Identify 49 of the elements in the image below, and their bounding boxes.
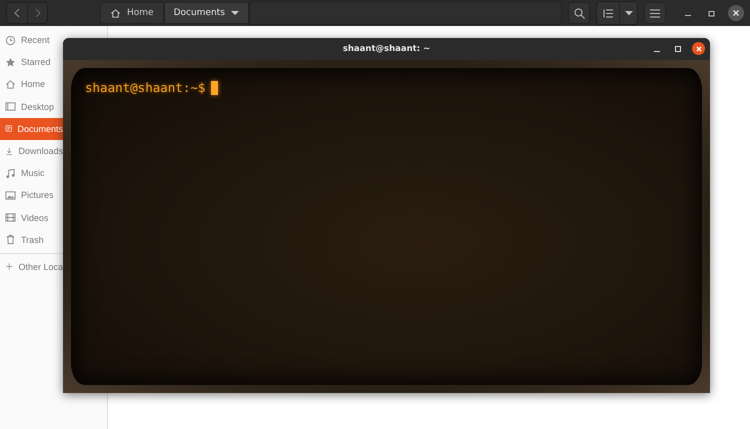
menu-button[interactable] (644, 2, 666, 24)
path-button[interactable]: Documents (164, 2, 249, 24)
close-icon (694, 44, 702, 52)
window-title: shaant@shaant: ~ (342, 44, 430, 54)
sidebar-item[interactable]: Downloads (0, 140, 63, 162)
trash-icon (5, 234, 16, 246)
back-icon (13, 8, 21, 18)
sidebar-item[interactable]: Starred (0, 51, 63, 74)
sidebar-item[interactable]: Recent (0, 29, 63, 52)
minimize-icon (685, 15, 691, 16)
forward-button[interactable] (27, 3, 47, 23)
text-cursor (211, 80, 218, 94)
list-icon (603, 8, 613, 18)
image-icon (5, 190, 16, 201)
search-icon (574, 8, 584, 18)
document-icon (5, 123, 12, 134)
clock-icon (5, 34, 16, 46)
film-icon (5, 212, 16, 224)
close-button[interactable] (728, 5, 744, 21)
search-button[interactable] (568, 2, 590, 24)
star-icon (5, 56, 16, 68)
sidebar-item[interactable]: Desktop (0, 96, 63, 118)
close-icon (732, 9, 740, 17)
home-icon (110, 8, 121, 18)
caret-icon (624, 10, 632, 16)
sidebar-item[interactable]: Pictures (0, 184, 63, 206)
caret-icon (230, 10, 239, 16)
music-icon (5, 168, 16, 179)
sidebar-item[interactable]: Music (0, 162, 63, 184)
desktop-icon (5, 101, 16, 112)
menu-icon (650, 8, 660, 18)
download-icon (5, 146, 14, 157)
close-button[interactable] (692, 42, 705, 55)
forward-icon (34, 8, 42, 18)
plus-icon (5, 261, 14, 272)
path-button[interactable]: Home (100, 2, 164, 24)
back-button[interactable] (7, 3, 27, 23)
sidebar-item[interactable]: Documents (0, 118, 63, 140)
shell-prompt: shaant@shaant:~$ (85, 80, 206, 95)
maximize-icon (674, 44, 682, 52)
restore-icon (708, 9, 716, 17)
sidebar-item[interactable]: Other Loca (0, 256, 63, 278)
view-options-button[interactable] (619, 2, 637, 24)
view-button[interactable] (597, 2, 619, 24)
minimize-icon (654, 50, 660, 52)
sidebar-item[interactable]: Home (0, 73, 63, 96)
sidebar-item[interactable]: Trash (0, 228, 63, 251)
sidebar-item[interactable]: Videos (0, 206, 63, 229)
home-icon (5, 78, 16, 90)
